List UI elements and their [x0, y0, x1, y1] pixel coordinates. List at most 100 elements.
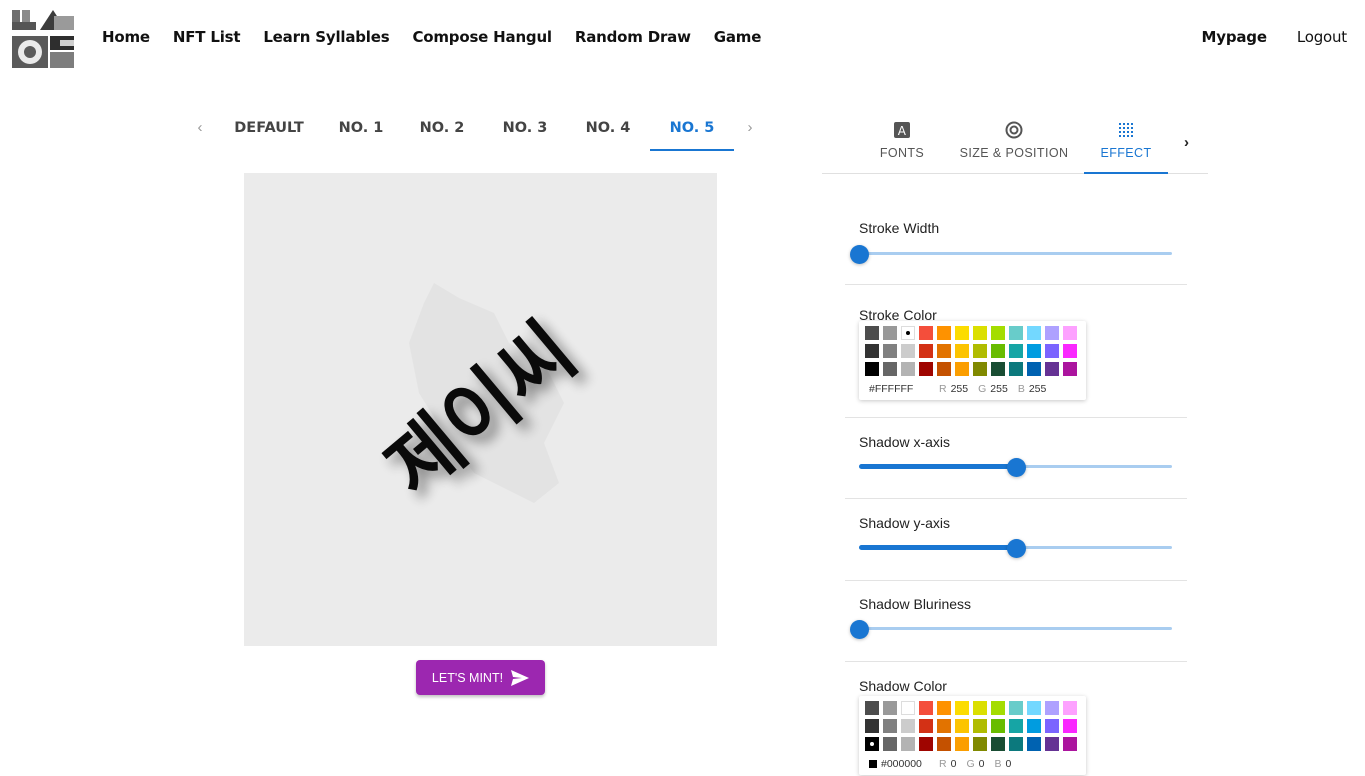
color-swatch[interactable] — [1063, 719, 1077, 733]
tab-no-1[interactable]: NO. 1 — [322, 108, 400, 151]
color-swatch[interactable] — [973, 701, 987, 715]
color-swatch[interactable] — [1027, 719, 1041, 733]
color-swatch[interactable] — [1027, 344, 1041, 358]
color-swatch[interactable] — [865, 737, 879, 751]
color-swatch[interactable] — [919, 344, 933, 358]
tab-no-3[interactable]: NO. 3 — [484, 108, 566, 151]
color-swatch[interactable] — [1027, 362, 1041, 376]
shadow-blur-slider[interactable] — [850, 619, 1172, 639]
color-swatch[interactable] — [1045, 326, 1059, 340]
color-swatch[interactable] — [901, 344, 915, 358]
tab-default[interactable]: DEFAULT — [216, 108, 322, 151]
tab-effect[interactable]: EFFECT — [1084, 110, 1168, 174]
nav-learn-syllables[interactable]: Learn Syllables — [263, 28, 389, 46]
color-swatch[interactable] — [1027, 326, 1041, 340]
shadow-color-picker[interactable]: #000000 R0 G0 B0 — [859, 696, 1086, 775]
color-swatch[interactable] — [991, 344, 1005, 358]
color-swatch[interactable] — [991, 326, 1005, 340]
color-swatch[interactable] — [901, 326, 915, 340]
color-swatch[interactable] — [955, 701, 969, 715]
chevron-right-icon[interactable]: › — [734, 108, 766, 136]
color-swatch[interactable] — [937, 344, 951, 358]
lets-mint-button[interactable]: LET'S MINT! — [416, 660, 545, 695]
color-swatch[interactable] — [1045, 701, 1059, 715]
stroke-color-picker[interactable]: #FFFFFF R 255 G 255 B 255 — [859, 321, 1086, 400]
color-swatch[interactable] — [1009, 344, 1023, 358]
color-swatch[interactable] — [883, 701, 897, 715]
nav-nft-list[interactable]: NFT List — [173, 28, 241, 46]
color-swatch[interactable] — [937, 719, 951, 733]
color-swatch[interactable] — [973, 344, 987, 358]
nav-mypage[interactable]: Mypage — [1202, 28, 1267, 46]
color-swatch[interactable] — [1063, 737, 1077, 751]
slider-thumb[interactable] — [1006, 458, 1026, 477]
color-swatch[interactable] — [1063, 701, 1077, 715]
color-swatch[interactable] — [937, 701, 951, 715]
color-swatch[interactable] — [865, 362, 879, 376]
color-swatch[interactable] — [955, 344, 969, 358]
color-swatch[interactable] — [883, 719, 897, 733]
nav-random-draw[interactable]: Random Draw — [575, 28, 691, 46]
color-swatch[interactable] — [919, 701, 933, 715]
color-swatch[interactable] — [937, 326, 951, 340]
color-swatch[interactable] — [1009, 701, 1023, 715]
color-swatch[interactable] — [1045, 362, 1059, 376]
color-swatch[interactable] — [1045, 344, 1059, 358]
color-swatch[interactable] — [991, 701, 1005, 715]
tab-no-4[interactable]: NO. 4 — [566, 108, 650, 151]
nav-game[interactable]: Game — [714, 28, 762, 46]
color-swatch[interactable] — [883, 362, 897, 376]
shadow-y-slider[interactable] — [859, 538, 1172, 558]
color-swatch[interactable] — [1009, 326, 1023, 340]
color-swatch[interactable] — [865, 326, 879, 340]
color-swatch[interactable] — [1009, 719, 1023, 733]
color-swatch[interactable] — [919, 737, 933, 751]
color-swatch[interactable] — [973, 362, 987, 376]
color-swatch[interactable] — [1045, 737, 1059, 751]
hex-field[interactable]: #000000 — [869, 758, 939, 770]
shadow-x-slider[interactable] — [859, 457, 1172, 477]
color-swatch[interactable] — [865, 701, 879, 715]
tab-fonts[interactable]: A FONTS — [867, 110, 937, 174]
color-swatch[interactable] — [955, 326, 969, 340]
tab-size-position[interactable]: SIZE & POSITION — [954, 110, 1074, 174]
chevron-left-icon[interactable]: ‹ — [184, 108, 216, 136]
color-swatch[interactable] — [955, 719, 969, 733]
nft-canvas[interactable]: 제이씨 제이씨 — [244, 173, 717, 646]
color-swatch[interactable] — [901, 737, 915, 751]
nav-logout[interactable]: Logout — [1297, 28, 1347, 46]
color-swatch[interactable] — [901, 362, 915, 376]
color-swatch[interactable] — [955, 362, 969, 376]
color-swatch[interactable] — [1063, 344, 1077, 358]
color-swatch[interactable] — [1027, 701, 1041, 715]
color-swatch[interactable] — [937, 737, 951, 751]
color-swatch[interactable] — [1063, 326, 1077, 340]
color-swatch[interactable] — [865, 719, 879, 733]
color-swatch[interactable] — [901, 701, 915, 715]
tab-no-5[interactable]: NO. 5 — [650, 108, 734, 151]
color-swatch[interactable] — [1063, 362, 1077, 376]
color-swatch[interactable] — [865, 344, 879, 358]
nav-compose-hangul[interactable]: Compose Hangul — [412, 28, 552, 46]
color-swatch[interactable] — [973, 737, 987, 751]
g-field[interactable]: G 255 — [978, 383, 1008, 395]
color-swatch[interactable] — [973, 719, 987, 733]
color-swatch[interactable] — [883, 344, 897, 358]
b-field[interactable]: B0 — [994, 758, 1011, 770]
color-swatch[interactable] — [901, 719, 915, 733]
r-field[interactable]: R0 — [939, 758, 956, 770]
tab-no-2[interactable]: NO. 2 — [400, 108, 484, 151]
color-swatch[interactable] — [883, 737, 897, 751]
g-field[interactable]: G0 — [966, 758, 984, 770]
slider-thumb[interactable] — [1006, 539, 1026, 558]
b-field[interactable]: B 255 — [1018, 383, 1047, 395]
slider-thumb[interactable] — [850, 245, 869, 264]
color-swatch[interactable] — [991, 719, 1005, 733]
slider-thumb[interactable] — [850, 620, 869, 639]
nav-home[interactable]: Home — [102, 28, 150, 46]
color-swatch[interactable] — [1045, 719, 1059, 733]
color-swatch[interactable] — [973, 326, 987, 340]
color-swatch[interactable] — [1009, 737, 1023, 751]
color-swatch[interactable] — [955, 737, 969, 751]
color-swatch[interactable] — [1009, 362, 1023, 376]
